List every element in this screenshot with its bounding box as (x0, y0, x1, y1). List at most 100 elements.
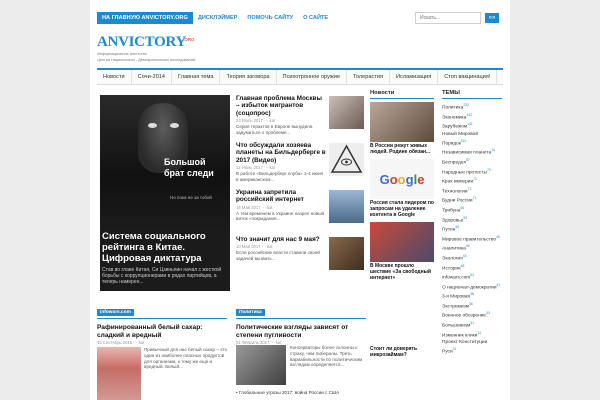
main-navigation: Новости Сочи-2014 Главная тема Теория за… (97, 68, 503, 85)
article-title[interactable]: Главная проблема Москвы – избыток мигран… (236, 95, 326, 117)
topic-link[interactable]: История48 (442, 263, 502, 273)
block-heading[interactable]: Политика (236, 309, 265, 316)
topic-count: 45 (465, 244, 470, 249)
article-thumbnail[interactable] (236, 345, 286, 385)
featured-excerpt: Став во главе Китая, Си Цзиньпин начал с… (102, 267, 222, 286)
topic-count: 71 (467, 186, 472, 191)
topnav-help[interactable]: ПОМОЧЬ САЙТУ (242, 12, 298, 24)
topic-link[interactable]: Беспредел87 (442, 157, 502, 167)
topic-count: 38 (469, 292, 474, 297)
topic-name: 3-я Мировая (442, 294, 470, 300)
article-item[interactable]: Что обсуждали хозяева планеты на Бильдер… (236, 142, 366, 189)
topic-count: 232 (463, 103, 469, 107)
article-title[interactable]: Рафинированный белый сахар: сладкий и вр… (97, 324, 227, 339)
featured-article[interactable]: Большой брат следи Но пока не за тобой Си… (100, 95, 230, 291)
site-logo[interactable]: ANVICTORY .ORG Информационное агентство … (97, 34, 217, 64)
topic-link[interactable]: Новый Мировой Порядок110 (442, 131, 502, 148)
topic-name: Политика (442, 105, 464, 111)
article-title[interactable]: Что обсуждали хозяева планеты на Бильдер… (236, 142, 326, 164)
nav-psychotronic[interactable]: Психотронное оружие (277, 70, 347, 84)
news-image[interactable] (370, 102, 434, 142)
topic-link[interactable]: Народные протесты79 (442, 167, 502, 177)
topic-link[interactable]: Экология43 (442, 253, 502, 263)
topic-link[interactable]: Большевизм31 (442, 320, 502, 330)
article-item[interactable]: Главная проблема Москвы – избыток мигран… (236, 95, 366, 142)
article-title[interactable]: Украина запретила российский интернет (236, 189, 326, 204)
topic-count: 110 (460, 138, 467, 143)
topic-link[interactable]: infowars.com43 (442, 272, 502, 282)
topic-name: Путин (442, 227, 456, 233)
topic-link[interactable]: 3-я Мировая38 (442, 291, 502, 301)
article-thumbnail[interactable] (329, 237, 364, 270)
topic-link[interactable]: Независимая планета13 (442, 147, 502, 157)
topic-link[interactable]: Здоровье53 (442, 215, 502, 225)
article-title[interactable]: Что значит для нас 9 мая? (236, 236, 326, 243)
nav-sochi[interactable]: Сочи-2014 (132, 70, 173, 84)
logo-org: .ORG (183, 37, 195, 42)
article-excerpt: В работе «Бильдерберг клуба» 1-4 июня в … (236, 171, 324, 182)
news-item-bottom[interactable]: Стоит ли доверять микрозаймам? (370, 345, 434, 358)
topic-link[interactable]: Крах империи71 (442, 176, 502, 186)
topnav-disclaimer[interactable]: ДИСКЛЭЙМЕР (193, 12, 243, 24)
news-image[interactable]: Google (370, 159, 434, 199)
topic-link[interactable]: Мировое правительство45 (442, 234, 502, 244)
topic-count: 49 (455, 225, 460, 230)
article-item[interactable]: Что значит для нас 9 мая? 10 Май 2017 ··… (236, 236, 366, 283)
news-image[interactable] (370, 222, 434, 262)
nav-islamization[interactable]: Исламизация (390, 70, 439, 84)
eye-icon (170, 123, 179, 128)
infowars-block: infowars.com Рафинированный белый сахар:… (97, 300, 227, 400)
recent-articles: Главная проблема Москвы – избыток мигран… (236, 95, 366, 283)
topic-name: Аналитика (442, 246, 466, 252)
nav-stop-vaccination[interactable]: Стоп вакцинация! (438, 70, 498, 84)
nav-main-topic[interactable]: Главная тема (172, 70, 221, 84)
block-heading[interactable]: infowars.com (97, 309, 134, 316)
article-title[interactable]: Политические взгляды зависят от степени … (236, 324, 366, 339)
article-thumbnail[interactable] (329, 190, 364, 223)
topic-name: Зарубежом (442, 124, 468, 130)
topic-link[interactable]: Технологии71 (442, 186, 502, 196)
topic-count: 71 (472, 196, 477, 201)
nav-tolerance[interactable]: Толерастия (347, 70, 391, 84)
topic-name: Независимая планета (442, 150, 492, 156)
topic-name: Военное обозрение (442, 314, 487, 320)
news-title[interactable]: В Москве прошло шествие «За свободный ин… (370, 263, 434, 281)
topic-name: Технологии (442, 189, 468, 195)
topic-link[interactable]: Экономика142 (442, 112, 502, 122)
news-title[interactable]: Россия стала лидером по запросам на удал… (370, 200, 434, 218)
news-item[interactable]: Google Россия стала лидером по запросам … (370, 159, 434, 218)
topic-link[interactable]: Путин49 (442, 224, 502, 234)
logo-subtitle-1: Информационное агентство (97, 52, 147, 56)
topic-name: Трибуна (442, 208, 461, 214)
news-item[interactable]: В России режут живых людей. Родине обяза… (370, 102, 434, 155)
article-thumbnail[interactable] (329, 96, 364, 129)
news-item[interactable]: В Москве прошло шествие «За свободный ин… (370, 222, 434, 281)
news-title[interactable]: Стоит ли доверять микрозаймам? (370, 346, 434, 358)
nav-conspiracy[interactable]: Теория заговора (220, 70, 277, 84)
topic-link[interactable]: Будни России71 (442, 195, 502, 205)
topic-link[interactable]: Зарубежом141 (442, 121, 502, 131)
topic-link[interactable]: Проект Конституции Руси31 (442, 339, 502, 356)
nav-news[interactable]: Новости (97, 70, 132, 84)
topic-link[interactable]: Военное обозрение33 (442, 310, 502, 320)
featured-title[interactable]: Система социального рейтинга в Китае. Ци… (102, 231, 228, 264)
topic-link[interactable]: Политика232 (442, 102, 502, 112)
topnav-home[interactable]: НА ГЛАВНУЮ ANVICTORY.ORG (97, 12, 193, 24)
topic-count: 141 (467, 122, 473, 127)
topic-link[interactable]: Аналитика45 (442, 243, 502, 253)
news-title[interactable]: В России режут живых людей. Родине обяза… (370, 143, 434, 155)
topic-name: infowars.com (442, 275, 471, 281)
related-link[interactable]: • Глобальные угрозы 2017: война России с… (236, 390, 339, 395)
top-navigation: НА ГЛАВНУЮ ANVICTORY.ORG ДИСКЛЭЙМЕР ПОМО… (97, 12, 333, 24)
article-thumbnail[interactable] (97, 347, 141, 400)
eye-icon (148, 123, 157, 128)
search-button[interactable]: »» (485, 13, 499, 23)
topnav-about[interactable]: О САЙТЕ (298, 12, 333, 24)
article-item[interactable]: Украина запретила российский интернет 16… (236, 189, 366, 236)
topic-link[interactable]: Изменник клики31 (442, 330, 502, 340)
article-thumbnail[interactable] (329, 143, 364, 176)
topic-link[interactable]: О национал-демократии41 (442, 282, 502, 292)
topic-link[interactable]: Трибуна66 (442, 205, 502, 215)
search-input[interactable] (415, 12, 481, 24)
topic-link[interactable]: Экстремизм36 (442, 301, 502, 311)
